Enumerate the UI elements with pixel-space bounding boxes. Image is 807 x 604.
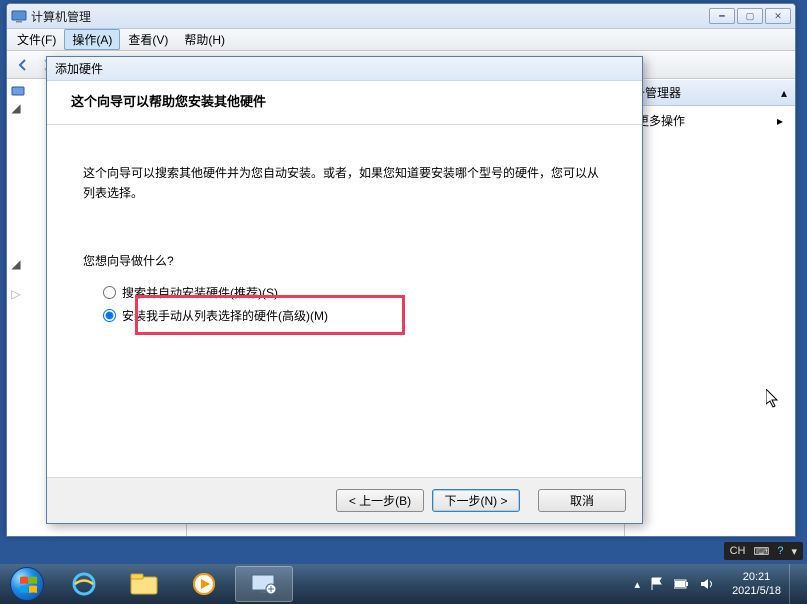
dialog-question: 您想向导做什么? [83,252,606,269]
menubar: 文件(F) 操作(A) 查看(V) 帮助(H) [7,29,795,51]
cancel-button[interactable]: 取消 [538,489,626,512]
collapse-icon: ▴ [781,86,787,100]
tray-up-icon[interactable]: ▴ [635,578,641,591]
taskbar-explorer[interactable] [115,566,173,602]
main-titlebar[interactable]: 计算机管理 ━ ▢ ✕ [7,4,795,29]
back-button[interactable] [11,54,35,76]
monitor-icon [11,85,25,99]
back-step-button[interactable]: < 上一步(B) [336,489,424,512]
lang-caret-icon[interactable]: ▾ [791,545,797,558]
add-hardware-dialog: 添加硬件 这个向导可以帮助您安装其他硬件 这个向导可以搜索其他硬件并为您自动安装… [46,56,643,524]
menu-file[interactable]: 文件(F) [9,29,64,50]
taskbar-ie[interactable] [55,566,113,602]
show-desktop-button[interactable] [789,564,801,604]
taskbar-wmp[interactable] [175,566,233,602]
radio-auto-search[interactable]: 搜索并自动安装硬件(推荐)(S) [103,281,606,304]
menu-action[interactable]: 操作(A) [64,29,120,50]
start-button[interactable] [0,564,54,604]
clock-date: 2021/5/18 [732,584,781,598]
arrow-right-icon: ▸ [777,114,783,128]
dialog-title: 添加硬件 [55,60,103,77]
clock-time: 20:21 [732,570,781,584]
dialog-footer: < 上一步(B) 下一步(N) > 取消 [47,477,642,523]
radio-manual-select[interactable]: 安装我手动从列表选择的硬件(高级)(M) [103,304,606,327]
keyboard-icon[interactable]: ⌨ [753,545,769,558]
system-tray: ▴ 20:21 2021/5/18 [625,564,807,604]
radio-auto-input[interactable] [103,286,116,299]
app-icon [11,8,27,24]
radio-manual-input[interactable] [103,309,116,322]
close-button[interactable]: ✕ [765,8,791,24]
dialog-header: 这个向导可以帮助您安装其他硬件 [47,81,642,125]
menu-view[interactable]: 查看(V) [120,29,176,50]
minimize-button[interactable]: ━ [709,8,735,24]
lang-ch[interactable]: CH [730,545,746,557]
next-step-button[interactable]: 下一步(N) > [432,489,520,512]
actions-more[interactable]: 更多操作 ▸ [625,106,795,135]
radio-group: 搜索并自动安装硬件(推荐)(S) 安装我手动从列表选择的硬件(高级)(M) [83,281,606,327]
actions-pane: 备管理器 ▴ 更多操作 ▸ [625,80,795,536]
tray-flag-icon[interactable] [650,577,664,591]
dialog-body: 这个向导可以搜索其他硬件并为您自动安装。或者，如果您知道要安装哪个型号的硬件，您… [47,125,642,347]
maximize-button[interactable]: ▢ [737,8,763,24]
tray-power-icon[interactable] [674,578,690,590]
taskbar-mmc[interactable] [235,566,293,602]
taskbar: ▴ 20:21 2021/5/18 [0,564,807,604]
dialog-heading: 这个向导可以帮助您安装其他硬件 [71,91,618,110]
language-bar[interactable]: CH ⌨ ? ▾ [724,542,803,560]
help-icon[interactable]: ? [777,545,783,557]
tray-clock[interactable]: 20:21 2021/5/18 [724,570,789,599]
menu-help[interactable]: 帮助(H) [176,29,233,50]
main-title: 计算机管理 [31,8,709,25]
actions-header[interactable]: 备管理器 ▴ [625,80,795,106]
dialog-titlebar[interactable]: 添加硬件 [47,57,642,81]
tray-volume-icon[interactable] [700,577,714,591]
dialog-description: 这个向导可以搜索其他硬件并为您自动安装。或者，如果您知道要安装哪个型号的硬件，您… [83,163,606,204]
